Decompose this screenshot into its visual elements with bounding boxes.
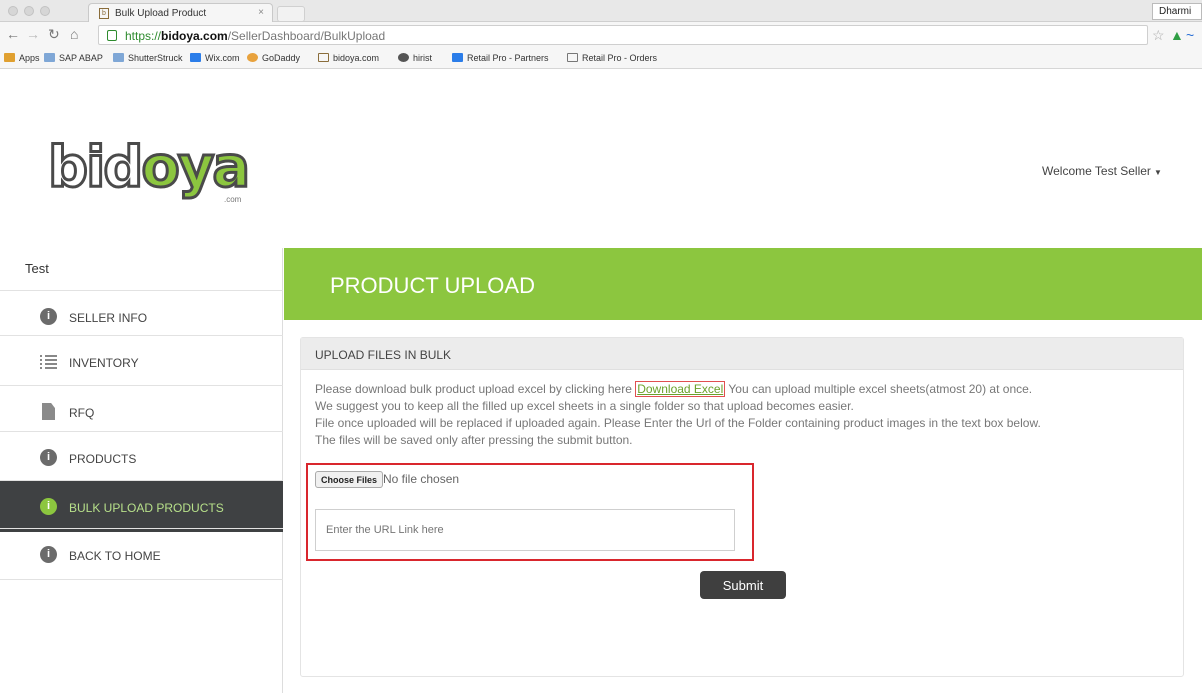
tab-close-icon[interactable]: × bbox=[258, 7, 264, 18]
star-icon[interactable]: ☆ bbox=[1152, 27, 1165, 44]
upload-instructions: Please download bulk product upload exce… bbox=[315, 381, 1175, 449]
drive-icon[interactable]: ▲ bbox=[1170, 27, 1184, 43]
extension-icon[interactable]: ~ bbox=[1186, 27, 1194, 43]
sidebar-item-products[interactable]: i PRODUCTS bbox=[0, 431, 283, 483]
url-scheme: https:// bbox=[125, 29, 162, 43]
panel-header: UPLOAD FILES IN BULK bbox=[301, 338, 1183, 370]
folder-icon bbox=[44, 53, 55, 62]
caret-down-icon: ▼ bbox=[1153, 168, 1162, 177]
instruction-text: File once uploaded will be replaced if u… bbox=[315, 416, 1041, 430]
forward-arrow-icon[interactable]: → bbox=[26, 26, 40, 42]
bookmark-hirist[interactable]: hirist bbox=[398, 53, 432, 63]
submit-button[interactable]: Submit bbox=[700, 571, 786, 599]
new-tab-button[interactable] bbox=[277, 6, 305, 22]
info-icon: i bbox=[40, 308, 57, 325]
reload-icon[interactable]: ↻ bbox=[48, 26, 60, 43]
instruction-text: Please download bulk product upload exce… bbox=[315, 382, 632, 396]
user-menu[interactable]: Welcome Test Seller ▼ bbox=[1042, 164, 1162, 178]
welcome-text: Welcome Test Seller bbox=[1042, 164, 1151, 178]
info-icon: i bbox=[40, 449, 57, 466]
bookmark-shutterstruck[interactable]: ShutterStruck bbox=[113, 53, 183, 63]
wix-icon bbox=[190, 53, 201, 62]
bookmark-apps[interactable]: Apps bbox=[4, 53, 40, 63]
instruction-text: We suggest you to keep all the filled up… bbox=[315, 399, 854, 413]
sidebar-item-rfq[interactable]: RFQ bbox=[0, 385, 283, 437]
sidebar-item-label: INVENTORY bbox=[69, 356, 139, 370]
browser-tab[interactable]: b Bulk Upload Product × bbox=[88, 3, 273, 23]
url-link-input[interactable] bbox=[315, 509, 735, 551]
list-icon bbox=[40, 353, 57, 370]
folder-icon bbox=[113, 53, 124, 62]
sidebar-item-label: BULK UPLOAD PRODUCTS bbox=[69, 501, 224, 515]
page-title: PRODUCT UPLOAD bbox=[330, 273, 535, 298]
url-path: /SellerDashboard/BulkUpload bbox=[227, 29, 386, 43]
minimize-window-icon[interactable] bbox=[24, 6, 34, 16]
sidebar-item-label: RFQ bbox=[69, 406, 95, 420]
panel-title: UPLOAD FILES IN BULK bbox=[315, 348, 452, 362]
logo-text-green: oya bbox=[140, 134, 252, 202]
bookmark-bidoya[interactable]: bidoya.com bbox=[318, 53, 379, 63]
apps-grid-icon bbox=[4, 53, 15, 62]
download-excel-link[interactable]: Download Excel bbox=[635, 381, 726, 397]
address-bar[interactable]: https://bidoya.com/SellerDashboard/BulkU… bbox=[98, 25, 1148, 45]
page-icon bbox=[567, 53, 578, 62]
choose-files-button[interactable]: Choose Files bbox=[315, 471, 384, 488]
home-icon[interactable]: ⌂ bbox=[70, 26, 78, 42]
globe-icon bbox=[398, 53, 409, 62]
bidoya-logo[interactable]: bidoya .com bbox=[46, 134, 253, 210]
bookmark-retail-pro-orders[interactable]: Retail Pro - Orders bbox=[567, 53, 657, 63]
page-banner: PRODUCT UPLOAD bbox=[284, 248, 1202, 320]
bidoya-favicon-icon bbox=[318, 53, 329, 62]
instruction-text: You can upload multiple excel sheets(atm… bbox=[728, 382, 1033, 396]
browser-tabstrip: b Bulk Upload Product × Dharmi bbox=[0, 0, 1202, 23]
bookmark-retail-pro-partners[interactable]: Retail Pro - Partners bbox=[452, 53, 549, 63]
retail-pro-icon bbox=[452, 53, 463, 62]
sidebar-item-bulk-upload-products[interactable]: i BULK UPLOAD PRODUCTS bbox=[0, 480, 283, 532]
file-status: No file chosen bbox=[383, 472, 460, 486]
sidebar-title: Test bbox=[25, 261, 49, 276]
logo-text-dark: bid bbox=[46, 134, 144, 202]
tab-title: Bulk Upload Product bbox=[115, 8, 207, 19]
lock-icon bbox=[107, 30, 117, 41]
sidebar-item-inventory[interactable]: INVENTORY bbox=[0, 335, 283, 387]
maximize-window-icon[interactable] bbox=[40, 6, 50, 16]
info-icon: i bbox=[40, 546, 57, 563]
bidoya-favicon-icon: b bbox=[99, 8, 109, 19]
sidebar-item-label: PRODUCTS bbox=[69, 452, 137, 466]
upload-panel: UPLOAD FILES IN BULK Please download bul… bbox=[300, 337, 1184, 677]
sidebar-item-label: BACK TO HOME bbox=[69, 549, 161, 563]
close-window-icon[interactable] bbox=[8, 6, 18, 16]
bookmark-sap-abap[interactable]: SAP ABAP bbox=[44, 53, 103, 63]
bookmarks-bar: Apps SAP ABAP ShutterStruck Wix.com GoDa… bbox=[0, 49, 1202, 69]
sidebar: Test i SELLER INFO INVENTORY RFQ i PRODU… bbox=[0, 248, 283, 693]
instruction-text: The files will be saved only after press… bbox=[315, 433, 633, 447]
info-icon: i bbox=[40, 498, 57, 515]
browser-toolbar: ← → ↻ ⌂ https://bidoya.com/SellerDashboa… bbox=[0, 22, 1202, 49]
sidebar-item-back-to-home[interactable]: i BACK TO HOME bbox=[0, 528, 283, 580]
sidebar-item-label: SELLER INFO bbox=[69, 311, 148, 325]
url-host: bidoya.com bbox=[161, 29, 228, 43]
logo-suffix: .com bbox=[224, 195, 242, 204]
bookmark-godaddy[interactable]: GoDaddy bbox=[247, 53, 300, 63]
back-arrow-icon[interactable]: ← bbox=[6, 26, 20, 42]
godaddy-icon bbox=[247, 53, 258, 62]
bookmark-wix[interactable]: Wix.com bbox=[190, 53, 240, 63]
document-icon bbox=[42, 403, 55, 420]
profile-button[interactable]: Dharmi bbox=[1152, 3, 1202, 20]
